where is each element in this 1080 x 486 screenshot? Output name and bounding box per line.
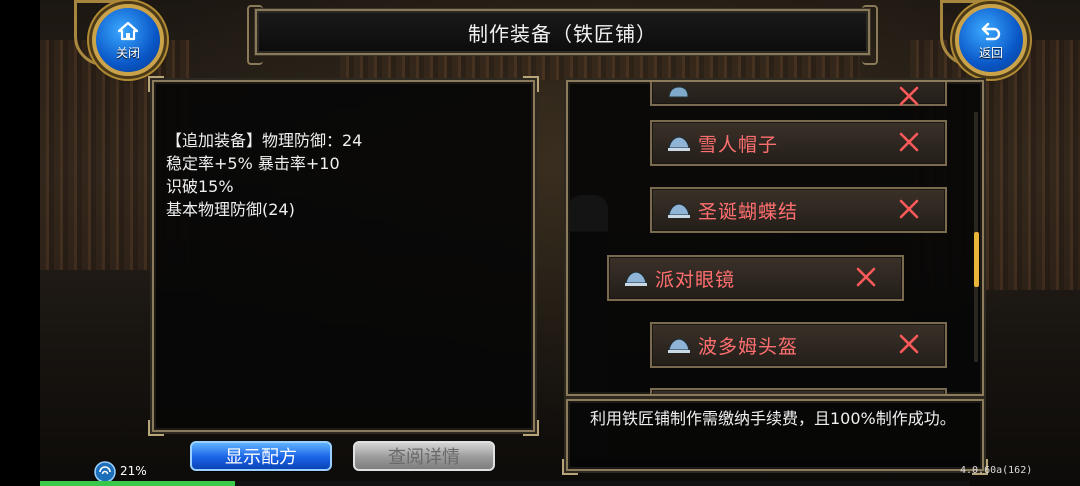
panel-corner [148, 76, 164, 92]
hat-icon [625, 271, 647, 286]
list-item[interactable]: 圣诞蝴蝶结 [650, 187, 947, 233]
close-label: 关闭 [115, 46, 140, 60]
equipment-description-panel: 【追加装备】物理防御：24 稳定率+5% 暴击率+10 识破15% 基本物理防御… [148, 76, 539, 436]
hat-icon [668, 136, 690, 151]
recipe-list-panel[interactable]: 雪人帽子 圣诞蝴蝶结 派对眼镜 波多姆头盔 [566, 80, 984, 396]
back-label: 返回 [978, 46, 1003, 60]
stat-line: 稳定率+5% 暴击率+10 [166, 154, 340, 173]
progress-bar [40, 481, 970, 486]
hat-icon [668, 338, 690, 353]
item-name: 雪人帽子 [698, 133, 779, 156]
stat-line: 【追加装备】物理防御：24 [166, 131, 363, 150]
progress-percent: 21% [120, 464, 147, 478]
page-title: 制作装备（铁匠铺） [468, 21, 657, 46]
info-text: 利用铁匠铺制作需缴纳手续费，且100%制作成功。 [590, 409, 956, 428]
list-item[interactable]: 波多姆头盔 [650, 322, 947, 368]
progress-fill [40, 481, 236, 486]
scrollbar-thumb[interactable] [974, 232, 979, 287]
close-icon[interactable] [897, 197, 921, 221]
home-icon [117, 21, 139, 41]
equipment-stats: 【追加装备】物理防御：24 稳定率+5% 暴击率+10 识破15% 基本物理防御… [166, 129, 362, 221]
item-name: 波多姆头盔 [698, 335, 799, 358]
panel-corner [523, 420, 539, 436]
title-bar: 制作装备（铁匠铺） [247, 5, 878, 65]
network-status-icon [94, 461, 116, 483]
helmet-icon [668, 86, 689, 98]
item-name: 圣诞蝴蝶结 [698, 200, 799, 223]
close-icon[interactable] [897, 332, 921, 356]
close-icon[interactable] [897, 84, 921, 108]
close-button[interactable]: 关闭 [92, 4, 164, 76]
version-label: 4.0.60a(162) [960, 465, 1033, 476]
show-recipe-button[interactable]: 显示配方 [190, 441, 332, 471]
stat-line: 识破15% [166, 177, 234, 196]
list-item-partial[interactable] [650, 82, 947, 108]
list-item[interactable]: 雪人帽子 [650, 120, 947, 166]
list-item-selected[interactable]: 派对眼镜 [607, 255, 904, 301]
back-button[interactable]: 返回 [955, 4, 1027, 76]
hat-icon [668, 203, 690, 218]
screen-edge [0, 0, 40, 486]
list-item-partial[interactable] [650, 388, 947, 394]
return-arrow-icon [981, 22, 1001, 41]
panel-corner [562, 459, 578, 475]
panel-corner [148, 420, 164, 436]
panel-corner [523, 76, 539, 92]
item-name: 派对眼镜 [655, 268, 736, 291]
close-icon[interactable] [854, 265, 878, 289]
info-panel: 利用铁匠铺制作需缴纳手续费，且100%制作成功。 [562, 399, 988, 475]
bookshelf-back [340, 55, 860, 80]
close-icon[interactable] [897, 130, 921, 154]
stat-line: 基本物理防御(24) [166, 200, 295, 219]
view-detail-button[interactable]: 查阅详情 [353, 441, 495, 471]
